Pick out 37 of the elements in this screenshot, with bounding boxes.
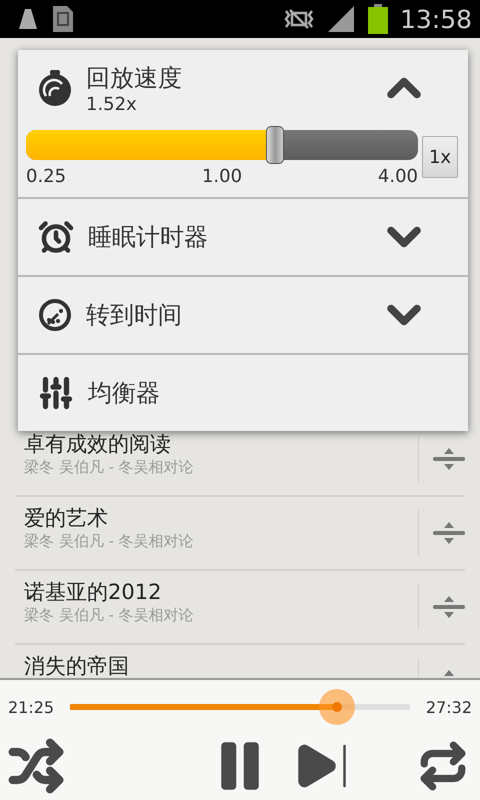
track-title[interactable]: 爱的艺术 [24,504,418,532]
speed-value: 1.52x [86,94,138,114]
seek-thumb[interactable] [318,689,355,725]
vibrate-mute-icon [282,7,316,31]
menu-item-title[interactable]: 转到时间 [86,299,364,331]
shuffle-icon [8,738,64,794]
track-subtitle: 梁冬 吴伯凡 - 冬吴相对论 [24,532,195,551]
drag-handle-icon[interactable] [433,446,465,472]
sim-card-icon [52,5,74,33]
menu-item-title[interactable]: 均衡器 [88,377,430,409]
tick-label: 1.00 [202,166,242,187]
repeat-icon [418,741,468,791]
shuffle-button[interactable] [8,738,64,794]
battery-icon [368,4,388,34]
elapsed-time: 21:25 [8,698,54,716]
tick-label: 0.25 [26,166,66,187]
track-subtitle: 梁冬 吴伯凡 - 冬吴相对论 [24,606,195,625]
signal-icon [328,6,356,32]
total-time: 27:32 [426,698,472,716]
status-time: 13:58 [400,4,472,34]
drag-handle-icon[interactable] [433,594,465,620]
repeat-button[interactable] [418,741,468,791]
sliders-icon [38,375,74,411]
stopwatch-icon [38,70,72,106]
dial-icon [38,298,72,332]
tick-label: 4.00 [378,166,418,187]
drag-handle-icon[interactable] [433,520,465,546]
speed-slider-thumb[interactable] [266,126,284,164]
track-title[interactable]: 卓有成效的阅读 [24,430,418,458]
traffic-cone-icon [16,7,40,31]
menu-item-title[interactable]: 回放速度 [86,62,364,94]
reset-speed-button[interactable]: 1x [422,136,458,178]
track-title[interactable]: 诺基亚的2012 [24,578,418,606]
menu-item-title[interactable]: 睡眠计时器 [88,221,364,253]
track-subtitle: 梁冬 吴伯凡 - 冬吴相对论 [24,458,195,477]
alarm-clock-icon [38,219,74,255]
track-title[interactable]: 消失的帝国 [24,652,418,678]
